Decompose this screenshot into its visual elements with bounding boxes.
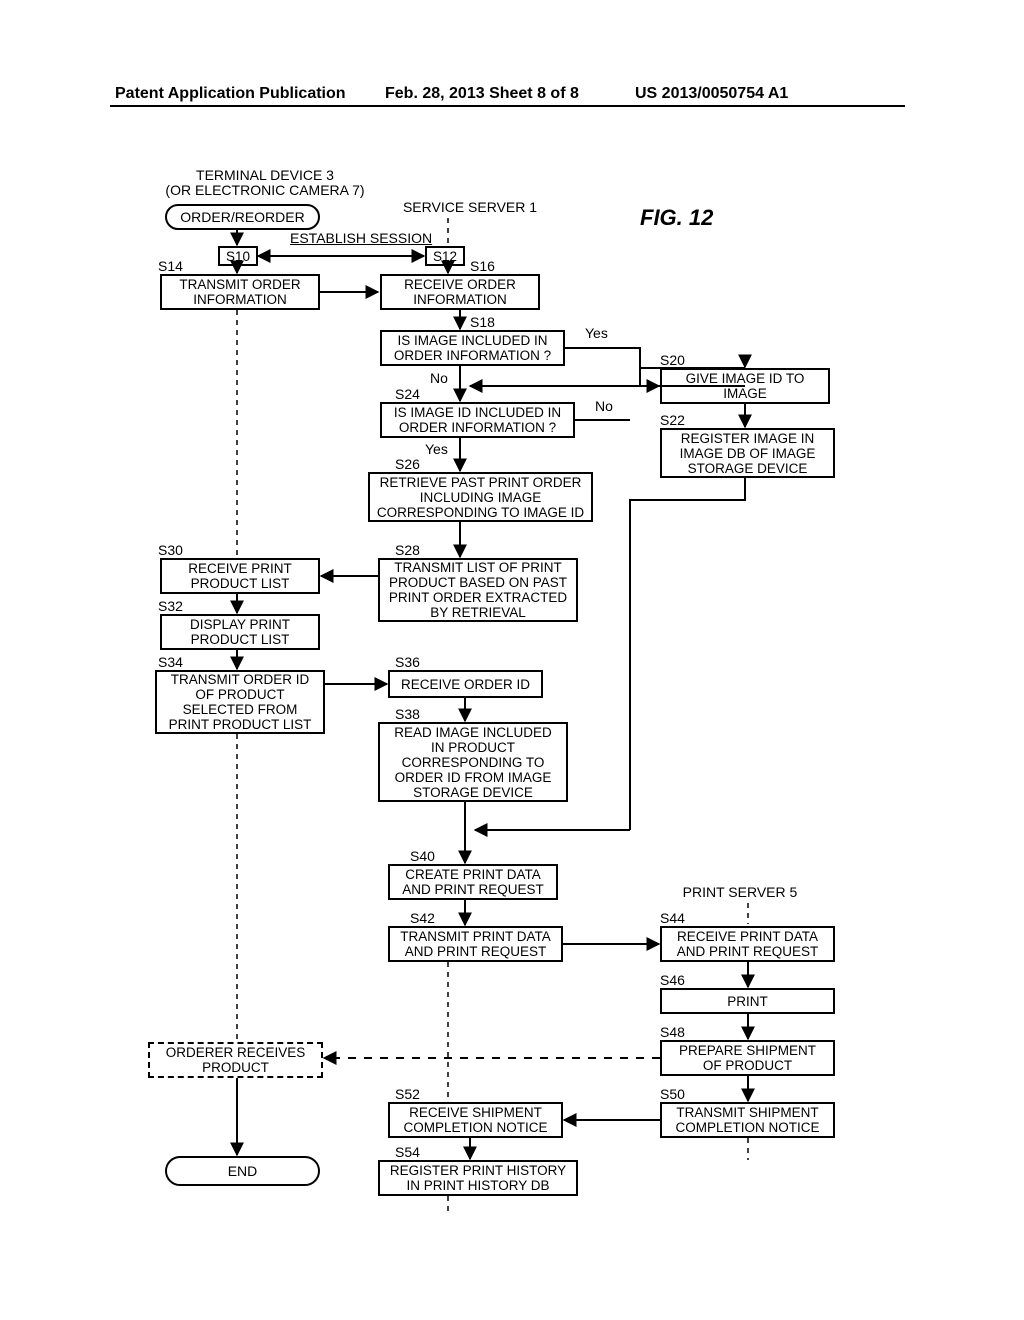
step-s38: READ IMAGE INCLUDED IN PRODUCT CORRESPON… <box>378 722 568 802</box>
step-s24: IS IMAGE ID INCLUDED IN ORDER INFORMATIO… <box>380 402 575 438</box>
step-s48: PREPARE SHIPMENT OF PRODUCT <box>660 1040 835 1076</box>
label-s26: S26 <box>395 456 420 472</box>
step-s18: IS IMAGE INCLUDED IN ORDER INFORMATION ? <box>380 330 565 366</box>
label-s14: S14 <box>158 258 183 274</box>
label-s38: S38 <box>395 706 420 722</box>
step-s22: REGISTER IMAGE IN IMAGE DB OF IMAGE STOR… <box>660 428 835 478</box>
end-terminator: END <box>165 1156 320 1186</box>
step-s40: CREATE PRINT DATA AND PRINT REQUEST <box>388 864 558 900</box>
label-s44: S44 <box>660 910 685 926</box>
label-s36: S36 <box>395 654 420 670</box>
header-mid: Feb. 28, 2013 Sheet 8 of 8 <box>385 85 579 103</box>
yes-s24: Yes <box>425 441 448 457</box>
label-s18: S18 <box>470 314 495 330</box>
label-s50: S50 <box>660 1086 685 1102</box>
lane-terminal: TERMINAL DEVICE 3 (OR ELECTRONIC CAMERA … <box>160 168 370 198</box>
no-s24: No <box>595 398 613 414</box>
label-s24: S24 <box>395 386 420 402</box>
step-s16: RECEIVE ORDER INFORMATION <box>380 274 540 310</box>
step-s26: RETRIEVE PAST PRINT ORDER INCLUDING IMAG… <box>368 472 593 522</box>
step-s46: PRINT <box>660 988 835 1014</box>
step-orderer: ORDERER RECEIVES PRODUCT <box>148 1042 323 1078</box>
step-s28: TRANSMIT LIST OF PRINT PRODUCT BASED ON … <box>378 558 578 622</box>
header-rule <box>110 105 905 107</box>
label-s32: S32 <box>158 598 183 614</box>
label-s28: S28 <box>395 542 420 558</box>
step-s42: TRANSMIT PRINT DATA AND PRINT REQUEST <box>388 926 563 962</box>
no-s18: No <box>430 370 448 386</box>
step-s32: DISPLAY PRINT PRODUCT LIST <box>160 614 320 650</box>
label-s20: S20 <box>660 352 685 368</box>
step-s50: TRANSMIT SHIPMENT COMPLETION NOTICE <box>660 1102 835 1138</box>
step-s20: GIVE IMAGE ID TO IMAGE <box>660 368 830 404</box>
label-s40: S40 <box>410 848 435 864</box>
step-s30: RECEIVE PRINT PRODUCT LIST <box>160 558 320 594</box>
page: Patent Application Publication Feb. 28, … <box>0 0 1024 1320</box>
step-s34: TRANSMIT ORDER ID OF PRODUCT SELECTED FR… <box>155 670 325 734</box>
label-s42: S42 <box>410 910 435 926</box>
label-s54: S54 <box>395 1144 420 1160</box>
start-terminator: ORDER/REORDER <box>165 204 320 230</box>
step-s54: REGISTER PRINT HISTORY IN PRINT HISTORY … <box>378 1160 578 1196</box>
label-s46: S46 <box>660 972 685 988</box>
figure-label: FIG. 12 <box>640 205 713 231</box>
step-s14: TRANSMIT ORDER INFORMATION <box>160 274 320 310</box>
lane-service: SERVICE SERVER 1 <box>385 200 555 215</box>
establish-session-label: ESTABLISH SESSION <box>290 230 432 246</box>
step-s12: S12 <box>425 246 465 266</box>
step-s10: S10 <box>218 246 258 266</box>
step-s36: RECEIVE ORDER ID <box>388 670 543 698</box>
yes-s18: Yes <box>585 325 608 341</box>
lane-printserver: PRINT SERVER 5 <box>655 885 825 900</box>
header-right: US 2013/0050754 A1 <box>635 85 788 103</box>
label-s30: S30 <box>158 542 183 558</box>
step-s52: RECEIVE SHIPMENT COMPLETION NOTICE <box>388 1102 563 1138</box>
step-s44: RECEIVE PRINT DATA AND PRINT REQUEST <box>660 926 835 962</box>
label-s22: S22 <box>660 412 685 428</box>
header-left: Patent Application Publication <box>115 85 346 103</box>
label-s48: S48 <box>660 1024 685 1040</box>
label-s34: S34 <box>158 654 183 670</box>
label-s16: S16 <box>470 258 495 274</box>
label-s52: S52 <box>395 1086 420 1102</box>
